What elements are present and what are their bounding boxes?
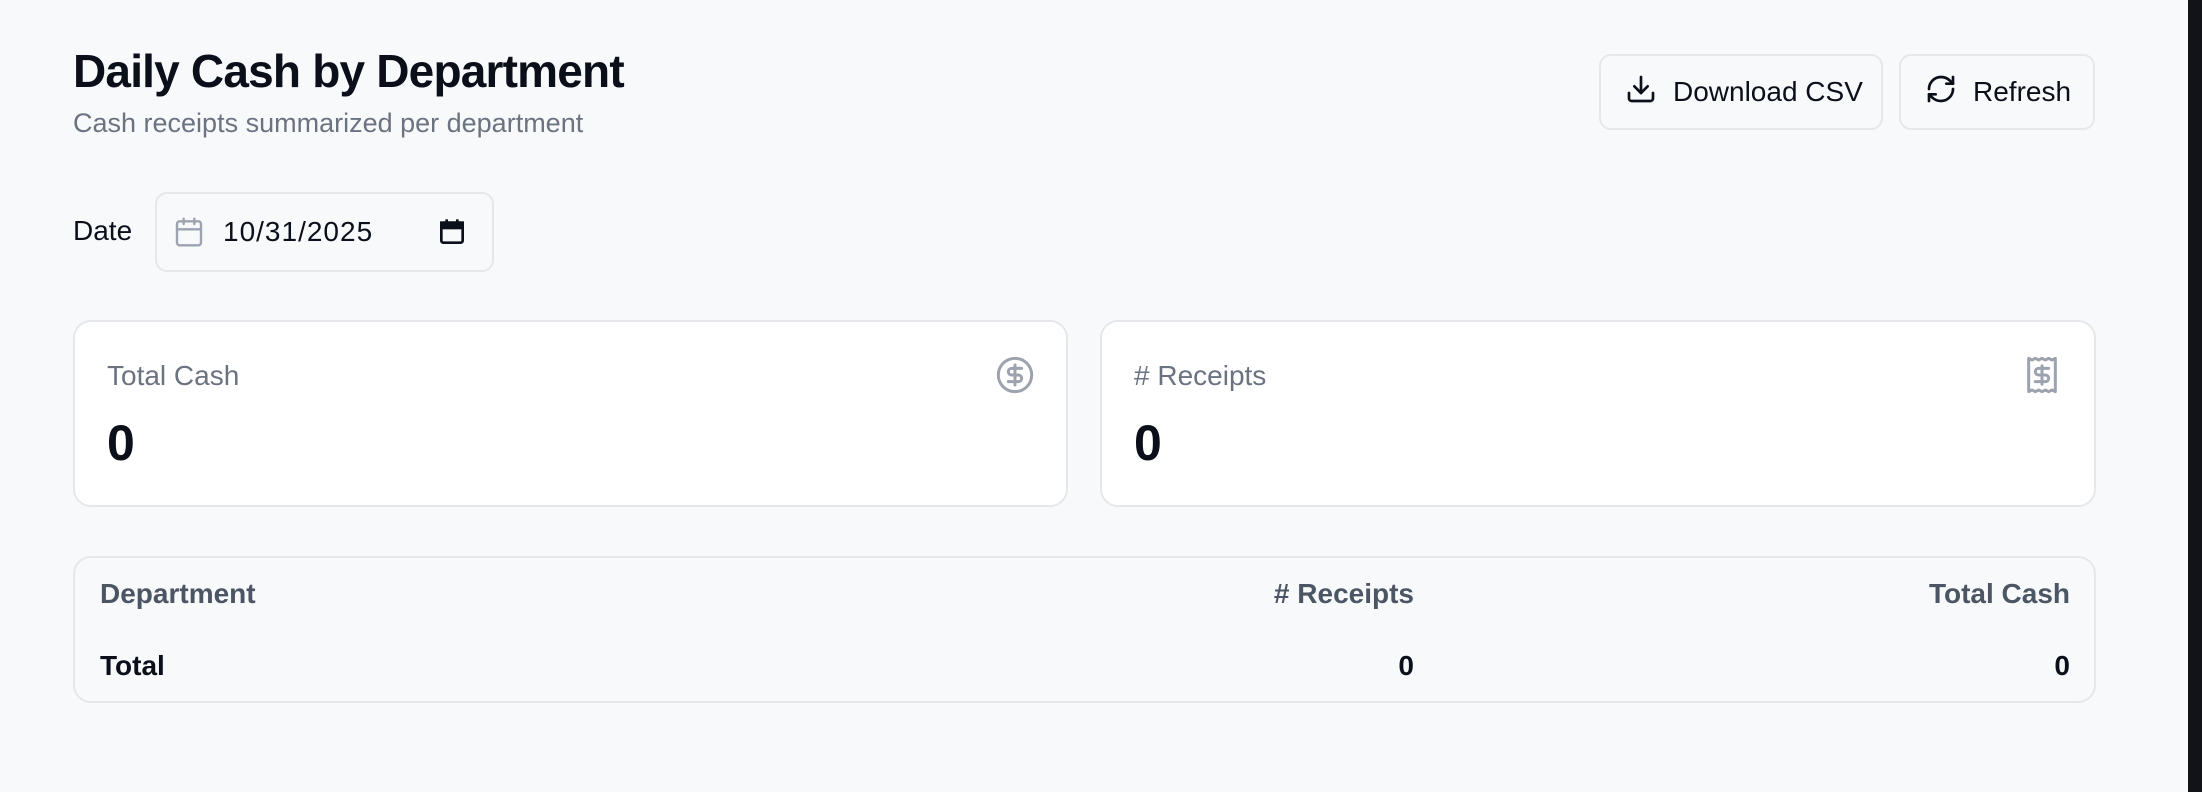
total-cash-value: 0 <box>107 415 135 471</box>
refresh-label: Refresh <box>1973 76 2072 107</box>
download-icon <box>1625 73 1657 112</box>
refresh-button[interactable]: Refresh <box>1899 54 2095 130</box>
download-csv-button[interactable]: Download CSV <box>1599 54 1883 130</box>
date-label: Date <box>73 215 133 246</box>
page-subtitle: Cash receipts summarized per department <box>73 108 584 138</box>
date-value: 10/31/2025 <box>223 216 374 247</box>
date-picker-icon[interactable] <box>436 216 468 248</box>
dollar-circle-icon <box>995 355 1035 395</box>
refresh-icon <box>1925 73 1957 112</box>
scrollbar-track[interactable] <box>2188 0 2202 792</box>
total-cash-label: Total Cash <box>107 360 240 391</box>
total-cash-card: Total Cash 0 <box>73 320 1068 507</box>
receipts-card: # Receipts 0 <box>1100 320 2096 507</box>
total-row-label: Total <box>100 650 165 681</box>
page: Daily Cash by Department Cash receipts s… <box>0 0 2188 792</box>
date-input[interactable]: 10/31/2025 <box>155 192 494 272</box>
department-table: Department # Receipts Total Cash Total 0… <box>73 556 2096 703</box>
calendar-icon <box>173 216 205 248</box>
column-header-total-cash[interactable]: Total Cash <box>1929 578 2070 610</box>
page-title: Daily Cash by Department <box>73 45 625 97</box>
column-header-department[interactable]: Department <box>100 578 256 610</box>
download-csv-label: Download CSV <box>1673 76 1863 107</box>
receipt-icon <box>2022 355 2062 395</box>
total-row-cash: 0 <box>2054 650 2070 681</box>
total-row-receipts: 0 <box>1398 650 1414 681</box>
receipts-label: # Receipts <box>1134 360 1267 391</box>
receipts-value: 0 <box>1134 415 1162 471</box>
column-header-receipts[interactable]: # Receipts <box>1274 578 1414 610</box>
